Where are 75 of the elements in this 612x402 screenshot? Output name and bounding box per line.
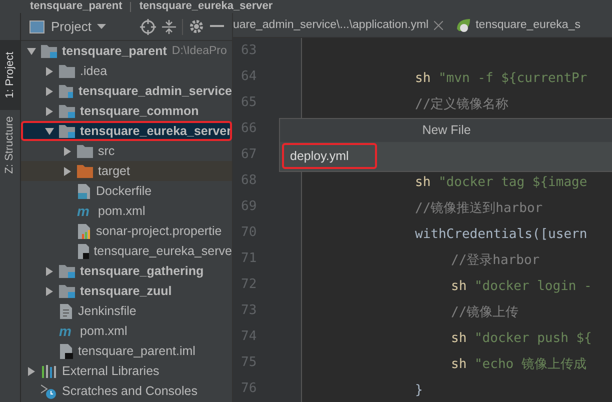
code-line: //登录harbor [451,253,540,268]
tree-item[interactable]: m pom.xml [21,321,232,341]
folder-icon [77,164,93,178]
module-folder-icon [41,44,57,58]
expand-arrow-icon[interactable] [45,86,54,96]
code-line: withCredentials([usern [415,227,588,242]
tree-item[interactable]: Dockerfile [21,181,232,201]
caret-icon[interactable] [97,24,106,30]
breadcrumb-item[interactable]: tensquare_eureka_server [139,0,273,13]
tree-item[interactable]: tensquare_eureka_server [21,121,232,141]
tree-item[interactable]: External Libraries [21,361,232,381]
tool-window-tab[interactable]: Z: Structure [0,110,20,180]
path-hint: D:\IdeaPro [172,45,227,57]
tree-item[interactable]: tensquare_gathering [21,261,232,281]
window-icon [29,20,45,34]
minimize-icon[interactable] [210,24,224,28]
folder-icon [77,144,93,158]
tree-item[interactable]: tensquare_parent.iml [21,341,232,361]
expand-arrow-icon[interactable] [45,106,54,116]
expand-arrow-icon[interactable] [63,166,72,176]
collapse-icon[interactable] [162,18,176,34]
expand-arrow-icon[interactable] [27,46,36,56]
view-selector[interactable]: Project [51,19,92,34]
tree-item[interactable]: Jenkinsfile [21,301,232,321]
editor-tab[interactable]: tensquare_eureka_s [450,13,588,37]
scratch-clock-icon [41,384,57,398]
tree-item[interactable]: .idea [21,61,232,81]
dialog-title: New File [421,122,472,139]
maven-icon: m [77,204,93,218]
module-folder-icon [59,264,75,278]
tree-item[interactable]: tensquare_parent D:\IdeaPro [21,41,232,61]
chart-file-icon [77,224,91,238]
code-line: sh "mvn -f ${currentPr [415,71,588,86]
code-line: } [415,383,423,398]
tree-item[interactable]: src [21,141,232,161]
tool-window-tab[interactable]: 1: Project [0,40,20,110]
code-line: sh "echo 镜像上传成 [451,357,586,372]
expand-arrow-icon[interactable] [45,126,54,136]
expand-arrow-icon[interactable] [45,266,54,276]
file-name-field[interactable]: deploy.yml [282,143,377,169]
code-line: //镜像推送到harbor [415,201,543,216]
tree-item[interactable]: target [21,161,232,181]
maven-icon: m [59,324,75,338]
crosshair-icon[interactable] [140,18,156,34]
tree-item[interactable]: tensquare_admin_service [21,81,232,101]
code-line: sh "docker login - [451,279,592,294]
code-line: //镜像上传 [451,305,519,320]
docker-file-icon [77,184,91,198]
folder-icon [59,64,75,78]
code-line: sh "docker tag ${image [415,175,588,190]
close-icon[interactable] [434,20,443,30]
text-file-icon [59,304,73,318]
tree-item[interactable]: tensquare_zuul [21,281,232,301]
settings-icon[interactable] [189,19,204,34]
library-bars-icon [41,364,57,378]
expand-arrow-icon[interactable] [45,66,54,76]
expand-arrow-icon[interactable] [63,146,72,156]
leaf-file-icon [454,17,471,33]
tree-item[interactable]: tensquare_eureka_serve [21,241,232,261]
tree-item[interactable]: Scratches and Consoles [21,381,232,401]
module-folder-icon [59,124,75,138]
expand-arrow-icon[interactable] [45,286,54,296]
module-folder-icon [59,284,75,298]
tree-item[interactable]: tensquare_common [21,101,232,121]
file-icon [59,344,73,358]
module-folder-icon [59,104,75,118]
code-line: //定义镜像名称 [415,97,509,112]
expand-arrow-icon[interactable] [27,366,36,376]
breadcrumb-item[interactable]: tensquare_parent [30,0,122,13]
code-line: sh "docker push ${ [451,331,592,346]
tree-item[interactable]: m pom.xml [21,201,232,221]
module-folder-icon [59,84,74,98]
file-icon [77,244,89,258]
editor-tab[interactable]: uare_admin_service\...\application.yml [233,13,451,37]
tree-item[interactable]: sonar-project.propertie [21,221,232,241]
